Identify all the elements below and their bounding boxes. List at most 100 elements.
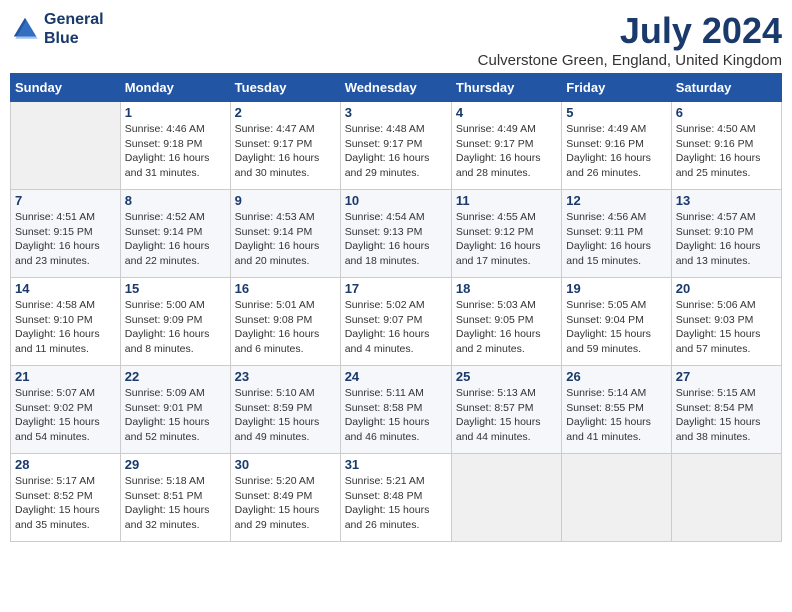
day-cell [562,454,671,542]
day-cell [671,454,781,542]
week-row-2: 7 Sunrise: 4:51 AMSunset: 9:15 PMDaylight… [11,190,782,278]
day-number: 16 [235,281,336,296]
day-number: 14 [15,281,116,296]
column-header-saturday: Saturday [671,74,781,102]
day-number: 20 [676,281,777,296]
day-info: Sunrise: 4:54 AMSunset: 9:13 PMDaylight:… [345,210,447,269]
day-info: Sunrise: 4:52 AMSunset: 9:14 PMDaylight:… [125,210,226,269]
day-info: Sunrise: 5:21 AMSunset: 8:48 PMDaylight:… [345,474,447,533]
day-cell: 17 Sunrise: 5:02 AMSunset: 9:07 PMDayligh… [340,278,451,366]
day-info: Sunrise: 5:06 AMSunset: 9:03 PMDaylight:… [676,298,777,357]
day-number: 19 [566,281,666,296]
header-row: SundayMondayTuesdayWednesdayThursdayFrid… [11,74,782,102]
title-block: July 2024 Culverstone Green, England, Un… [478,10,782,69]
logo-text: General Blue [44,10,104,48]
day-cell: 9 Sunrise: 4:53 AMSunset: 9:14 PMDaylight… [230,190,340,278]
day-number: 24 [345,369,447,384]
day-cell: 31 Sunrise: 5:21 AMSunset: 8:48 PMDayligh… [340,454,451,542]
day-info: Sunrise: 4:51 AMSunset: 9:15 PMDaylight:… [15,210,116,269]
day-number: 28 [15,457,116,472]
day-cell: 24 Sunrise: 5:11 AMSunset: 8:58 PMDayligh… [340,366,451,454]
day-cell: 12 Sunrise: 4:56 AMSunset: 9:11 PMDayligh… [562,190,671,278]
day-cell: 10 Sunrise: 4:54 AMSunset: 9:13 PMDayligh… [340,190,451,278]
day-number: 4 [456,105,557,120]
day-cell: 8Sunrise: 4:52 AMSunset: 9:14 PMDaylight… [120,190,230,278]
day-cell: 20 Sunrise: 5:06 AMSunset: 9:03 PMDayligh… [671,278,781,366]
day-cell: 21Sunrise: 5:07 AMSunset: 9:02 PMDayligh… [11,366,121,454]
day-info: Sunrise: 4:46 AMSunset: 9:18 PMDaylight:… [125,122,226,181]
day-number: 27 [676,369,777,384]
day-info: Sunrise: 5:09 AMSunset: 9:01 PMDaylight:… [125,386,226,445]
day-info: Sunrise: 5:15 AMSunset: 8:54 PMDaylight:… [676,386,777,445]
day-number: 10 [345,193,447,208]
day-number: 22 [125,369,226,384]
day-cell: 14 Sunrise: 4:58 AMSunset: 9:10 PMDayligh… [11,278,121,366]
day-info: Sunrise: 4:48 AMSunset: 9:17 PMDaylight:… [345,122,447,181]
day-cell: 22 Sunrise: 5:09 AMSunset: 9:01 PMDayligh… [120,366,230,454]
day-cell: 27 Sunrise: 5:15 AMSunset: 8:54 PMDayligh… [671,366,781,454]
day-number: 5 [566,105,666,120]
day-info: Sunrise: 5:10 AMSunset: 8:59 PMDaylight:… [235,386,336,445]
day-cell: 19 Sunrise: 5:05 AMSunset: 9:04 PMDayligh… [562,278,671,366]
day-info: Sunrise: 4:58 AMSunset: 9:10 PMDaylight:… [15,298,116,357]
day-number: 15 [125,281,226,296]
logo: General Blue [10,10,104,48]
day-number: 25 [456,369,557,384]
week-row-4: 21Sunrise: 5:07 AMSunset: 9:02 PMDayligh… [11,366,782,454]
day-info: Sunrise: 5:17 AMSunset: 8:52 PMDaylight:… [15,474,116,533]
day-number: 23 [235,369,336,384]
day-number: 31 [345,457,447,472]
day-cell: 23 Sunrise: 5:10 AMSunset: 8:59 PMDayligh… [230,366,340,454]
day-number: 7 [15,193,116,208]
day-number: 12 [566,193,666,208]
column-header-sunday: Sunday [11,74,121,102]
day-cell: 2Sunrise: 4:47 AMSunset: 9:17 PMDaylight… [230,102,340,190]
day-cell: 28 Sunrise: 5:17 AMSunset: 8:52 PMDayligh… [11,454,121,542]
day-cell: 13 Sunrise: 4:57 AMSunset: 9:10 PMDayligh… [671,190,781,278]
month-title: July 2024 [478,10,782,52]
day-cell: 30 Sunrise: 5:20 AMSunset: 8:49 PMDayligh… [230,454,340,542]
day-cell: 7 Sunrise: 4:51 AMSunset: 9:15 PMDaylight… [11,190,121,278]
calendar-table: SundayMondayTuesdayWednesdayThursdayFrid… [10,73,782,542]
column-header-wednesday: Wednesday [340,74,451,102]
week-row-5: 28 Sunrise: 5:17 AMSunset: 8:52 PMDayligh… [11,454,782,542]
day-cell [451,454,561,542]
day-info: Sunrise: 5:00 AMSunset: 9:09 PMDaylight:… [125,298,226,357]
day-number: 11 [456,193,557,208]
day-cell: 11 Sunrise: 4:55 AMSunset: 9:12 PMDayligh… [451,190,561,278]
day-number: 3 [345,105,447,120]
column-header-thursday: Thursday [451,74,561,102]
day-info: Sunrise: 4:56 AMSunset: 9:11 PMDaylight:… [566,210,666,269]
day-info: Sunrise: 5:18 AMSunset: 8:51 PMDaylight:… [125,474,226,533]
day-number: 13 [676,193,777,208]
week-row-1: 1 Sunrise: 4:46 AMSunset: 9:18 PMDaylight… [11,102,782,190]
day-info: Sunrise: 4:55 AMSunset: 9:12 PMDaylight:… [456,210,557,269]
day-info: Sunrise: 5:13 AMSunset: 8:57 PMDaylight:… [456,386,557,445]
day-cell: 6 Sunrise: 4:50 AMSunset: 9:16 PMDaylight… [671,102,781,190]
day-number: 21 [15,369,116,384]
day-info: Sunrise: 5:11 AMSunset: 8:58 PMDaylight:… [345,386,447,445]
day-number: 30 [235,457,336,472]
day-info: Sunrise: 4:50 AMSunset: 9:16 PMDaylight:… [676,122,777,181]
column-header-monday: Monday [120,74,230,102]
day-number: 1 [125,105,226,120]
day-info: Sunrise: 5:05 AMSunset: 9:04 PMDaylight:… [566,298,666,357]
day-info: Sunrise: 5:01 AMSunset: 9:08 PMDaylight:… [235,298,336,357]
day-number: 9 [235,193,336,208]
day-cell: 25 Sunrise: 5:13 AMSunset: 8:57 PMDayligh… [451,366,561,454]
day-info: Sunrise: 4:53 AMSunset: 9:14 PMDaylight:… [235,210,336,269]
day-info: Sunrise: 5:02 AMSunset: 9:07 PMDaylight:… [345,298,447,357]
day-info: Sunrise: 4:49 AMSunset: 9:17 PMDaylight:… [456,122,557,181]
location-title: Culverstone Green, England, United Kingd… [478,52,782,69]
day-number: 17 [345,281,447,296]
day-cell: 29 Sunrise: 5:18 AMSunset: 8:51 PMDayligh… [120,454,230,542]
day-cell: 15 Sunrise: 5:00 AMSunset: 9:09 PMDayligh… [120,278,230,366]
day-cell: 16 Sunrise: 5:01 AMSunset: 9:08 PMDayligh… [230,278,340,366]
day-info: Sunrise: 5:20 AMSunset: 8:49 PMDaylight:… [235,474,336,533]
day-number: 29 [125,457,226,472]
day-info: Sunrise: 5:03 AMSunset: 9:05 PMDaylight:… [456,298,557,357]
day-info: Sunrise: 4:57 AMSunset: 9:10 PMDaylight:… [676,210,777,269]
day-number: 6 [676,105,777,120]
day-info: Sunrise: 4:47 AMSunset: 9:17 PMDaylight:… [235,122,336,181]
day-number: 26 [566,369,666,384]
